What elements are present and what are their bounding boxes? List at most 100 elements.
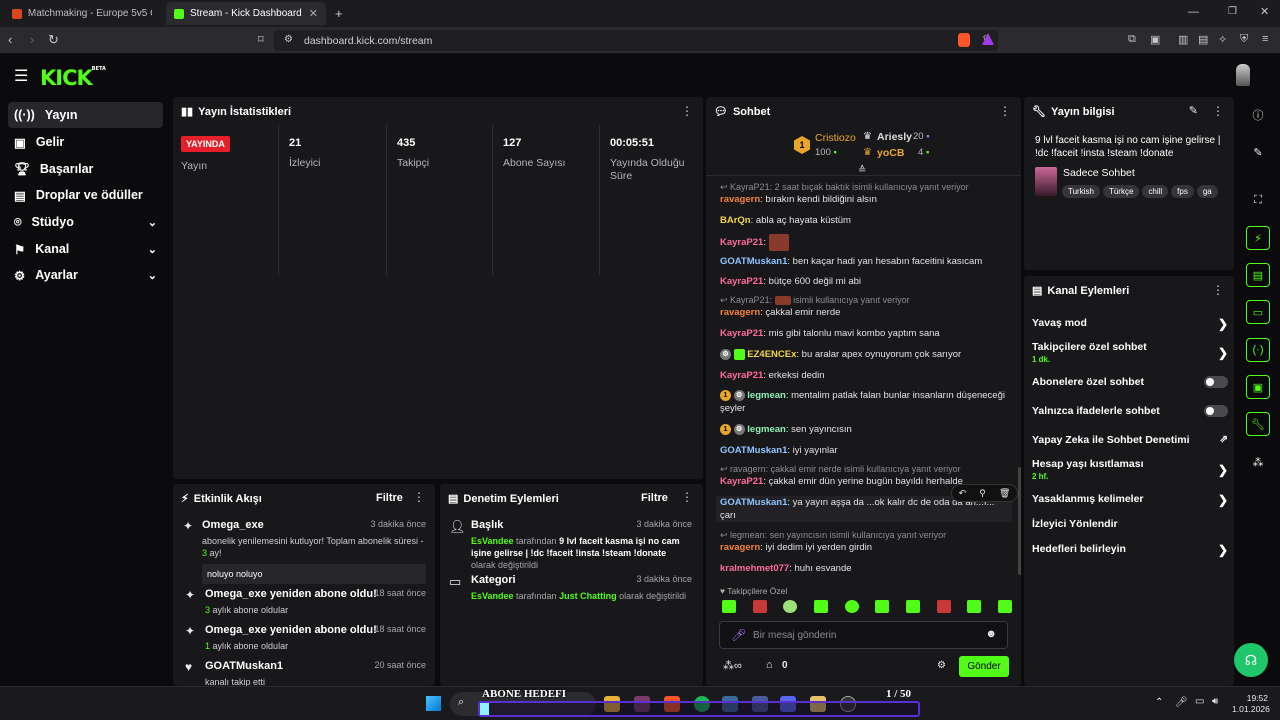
support-headset-icon[interactable]: ☊ — [1234, 643, 1268, 677]
account-age-row[interactable]: Hesap yaşı kısıtlaması 2 hf. ❯ — [1032, 458, 1228, 481]
network-icon[interactable]: ▭ — [1195, 696, 1204, 707]
wallet-icon[interactable]: ▤ — [1198, 33, 1208, 46]
goals-row[interactable]: Hedefleri belirleyin ❯ — [1032, 543, 1228, 557]
chat-username[interactable]: ravagern — [720, 542, 760, 553]
chat-username[interactable]: ravagern — [720, 194, 760, 205]
emote-icon[interactable] — [875, 600, 890, 613]
emote-icon[interactable] — [722, 600, 736, 613]
more-options-icon[interactable]: ⋮ — [681, 104, 693, 118]
wrench-icon[interactable]: 🔧︎ — [1246, 412, 1270, 436]
tab-matchmaking[interactable]: Matchmaking - Europe 5v5 Queue - — [4, 2, 160, 25]
document-icon[interactable]: ▤ — [1246, 263, 1270, 287]
chat-username[interactable]: GOATMuskan1 — [720, 445, 787, 456]
emote-icon[interactable] — [997, 600, 1012, 613]
new-tab-icon[interactable]: + — [335, 6, 343, 21]
broadcast-icon[interactable]: (·) — [1246, 338, 1270, 362]
chat-username[interactable]: ravagern — [720, 307, 760, 318]
microphone-icon[interactable]: 🎤︎ — [731, 628, 746, 642]
vpn-icon[interactable]: ⛨ — [1240, 33, 1248, 46]
chat-icon[interactable]: ▭ — [1246, 300, 1270, 324]
emote-icon[interactable] — [752, 600, 767, 613]
raid-row[interactable]: İzleyici Yönlendir — [1032, 518, 1228, 530]
more-options-icon[interactable]: ⋮ — [681, 490, 693, 504]
chat-username[interactable]: kralmehmet077 — [720, 563, 789, 574]
maximize-icon[interactable]: ❐ — [1228, 6, 1237, 17]
emote-icon[interactable] — [783, 600, 798, 613]
reload-icon[interactable]: ↻ — [48, 32, 59, 48]
sidebar-item-ayarlar[interactable]: ⚙ Ayarlar ⌄ — [8, 262, 163, 288]
more-options-icon[interactable]: ⋮ — [1212, 283, 1224, 297]
chat-input[interactable]: 🎤︎ Bir mesaj gönderin ☻ — [719, 621, 1008, 649]
emote-icon[interactable] — [936, 600, 951, 613]
tag[interactable]: ga — [1196, 185, 1218, 198]
clock[interactable]: 19:52 1.01.2026 — [1232, 693, 1270, 715]
followers-only-row[interactable]: Takipçilere özel sohbet 1 dk. ❯ — [1032, 341, 1228, 364]
minimize-icon[interactable]: — — [1188, 6, 1199, 18]
emote-icon[interactable] — [967, 600, 982, 613]
reply-icon[interactable]: ↶ — [959, 488, 967, 499]
windows-start-icon[interactable] — [426, 696, 441, 711]
microphone-tray-icon[interactable]: 🎤︎ — [1175, 697, 1188, 708]
chat-username[interactable]: legmean — [747, 390, 786, 401]
edit-icon[interactable]: ✎ — [1189, 104, 1198, 117]
close-tab-icon[interactable]: ✕ — [309, 7, 318, 20]
site-info-icon[interactable]: ⚙ — [284, 34, 293, 45]
sidebar-item-basarilar[interactable]: 🏆︎ Başarılar — [8, 156, 163, 182]
tag[interactable]: Türkçe — [1102, 185, 1140, 198]
tab-search-icon[interactable]: ▣ — [1150, 33, 1160, 46]
volume-icon[interactable]: 🔊︎ — [1212, 696, 1218, 707]
chat-username[interactable]: KayraP21 — [720, 276, 763, 287]
avatar[interactable] — [1236, 64, 1250, 86]
layout-icon[interactable]: ⛶ — [1246, 188, 1270, 212]
leader-name[interactable]: Ariesly — [877, 131, 912, 143]
back-icon[interactable]: ‹ — [8, 32, 12, 47]
sidebar-item-droplar[interactable]: ▤ Droplar ve ödüller — [8, 182, 163, 208]
hamburger-menu-icon[interactable]: ☰ — [14, 66, 28, 86]
chat-username[interactable]: BArQn — [720, 215, 751, 226]
delete-icon[interactable]: 🗑︎ — [999, 488, 1010, 499]
sidebar-toggle-icon[interactable]: ▥ — [1178, 33, 1188, 46]
tag[interactable]: Turkish — [1062, 185, 1100, 198]
chat-settings-icon[interactable]: ⚙ — [937, 660, 946, 671]
forward-icon[interactable]: › — [30, 32, 34, 47]
emote-icon[interactable] — [905, 600, 920, 613]
pin-icon[interactable]: ⚲ — [979, 488, 986, 499]
more-options-icon[interactable]: ⋮ — [1212, 104, 1224, 118]
emote-icon[interactable] — [844, 600, 859, 613]
chat-username[interactable]: KayraP21 — [720, 328, 763, 339]
subscribers-only-toggle[interactable] — [1204, 376, 1228, 388]
edit-icon[interactable]: ✎ — [1246, 140, 1270, 164]
leader-name[interactable]: yoCB — [877, 147, 904, 159]
more-options-icon[interactable]: ⋮ — [413, 490, 425, 504]
tag[interactable]: fps — [1171, 185, 1194, 198]
emotes-only-toggle[interactable] — [1204, 405, 1228, 417]
tag[interactable]: chill — [1142, 185, 1169, 198]
emoji-picker-icon[interactable]: ☻ — [985, 628, 997, 640]
url-field[interactable]: ⚙ dashboard.kick.com/stream ⇪ — [274, 30, 998, 51]
info-icon[interactable]: ⓘ — [1246, 103, 1270, 127]
menu-icon[interactable]: ≡ — [1262, 33, 1268, 45]
sidebar-item-kanal[interactable]: ⚑ Kanal ⌄ — [8, 236, 163, 262]
sidebar-item-yayin[interactable]: ((·)) Yayın — [8, 102, 163, 128]
chat-username[interactable]: GOATMuskan1 — [720, 256, 787, 267]
card-icon[interactable]: ▣ — [1246, 375, 1270, 399]
emote-icon[interactable] — [813, 600, 828, 613]
quick-action-bolt-icon[interactable]: ⚡︎ — [1246, 226, 1270, 250]
chat-username[interactable]: legmean — [747, 424, 786, 435]
filter-button[interactable]: Filtre — [641, 492, 668, 504]
filter-button[interactable]: Filtre — [376, 492, 403, 504]
more-options-icon[interactable]: ⋮ — [999, 104, 1011, 118]
sidebar-item-gelir[interactable]: ▣ Gelir — [8, 129, 163, 155]
kick-logo[interactable]: KICKBETA — [40, 66, 106, 90]
chat-username[interactable]: EZ4ENCEx — [747, 349, 796, 360]
community-icon[interactable]: ⁂ — [1246, 450, 1270, 474]
leo-icon[interactable]: ✧ — [1218, 33, 1227, 46]
brave-shield-icon[interactable] — [958, 33, 970, 47]
leader-name[interactable]: Cristiozo — [815, 132, 856, 144]
extensions-icon[interactable]: ⧉ — [1128, 33, 1136, 46]
close-window-icon[interactable]: ✕ — [1260, 5, 1269, 18]
banned-words-row[interactable]: Yasaklanmış kelimeler ❯ — [1032, 493, 1228, 507]
chat-username[interactable]: KayraP21 — [720, 476, 763, 487]
chat-username[interactable]: KayraP21 — [720, 237, 763, 248]
ai-moderation-row[interactable]: Yapay Zeka ile Sohbet Denetimi ⇗ — [1032, 434, 1228, 446]
